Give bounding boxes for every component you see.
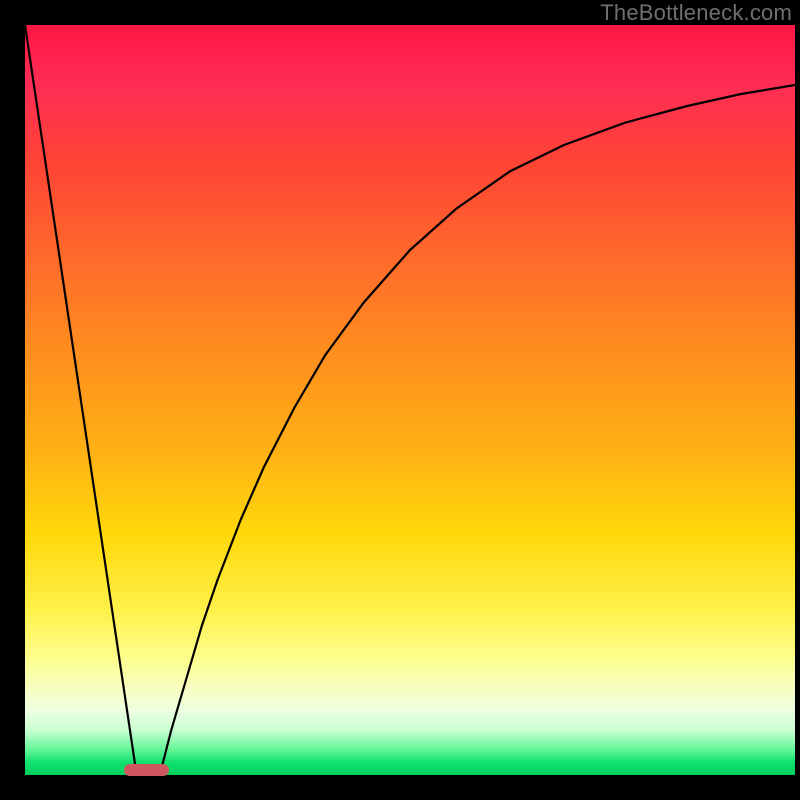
plot-area (25, 25, 795, 775)
right-curve (160, 85, 795, 775)
chart-frame: TheBottleneck.com (0, 0, 800, 800)
left-line (25, 25, 137, 775)
plot-svg (25, 25, 795, 775)
watermark-text: TheBottleneck.com (600, 0, 792, 26)
bottleneck-marker (124, 764, 169, 776)
